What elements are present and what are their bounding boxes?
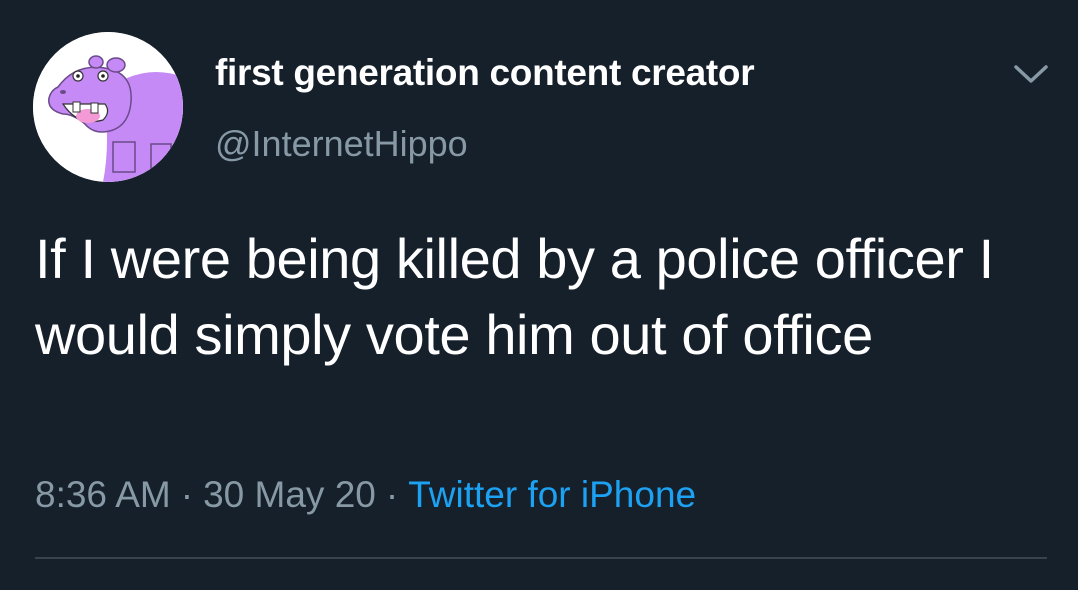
tweet-source-link[interactable]: Twitter for iPhone	[408, 474, 696, 515]
chevron-down-icon	[1014, 65, 1048, 83]
tweet-time[interactable]: 8:36 AM	[35, 474, 171, 515]
hippo-avatar-icon	[33, 32, 183, 182]
tweet-card: first generation content creator @Intern…	[0, 0, 1078, 590]
meta-separator: ·	[180, 474, 194, 515]
divider	[35, 557, 1047, 559]
avatar[interactable]	[33, 32, 183, 182]
meta-separator: ·	[385, 474, 399, 515]
tweet-date[interactable]: 30 May 20	[203, 474, 376, 515]
tweet-meta: 8:36 AM · 30 May 20 · Twitter for iPhone	[35, 474, 696, 516]
author-display-name[interactable]: first generation content creator	[215, 52, 755, 94]
tweet-menu-button[interactable]	[1008, 56, 1054, 92]
tweet-text: If I were being killed by a police offic…	[35, 227, 994, 366]
author-handle[interactable]: @InternetHippo	[215, 123, 468, 165]
